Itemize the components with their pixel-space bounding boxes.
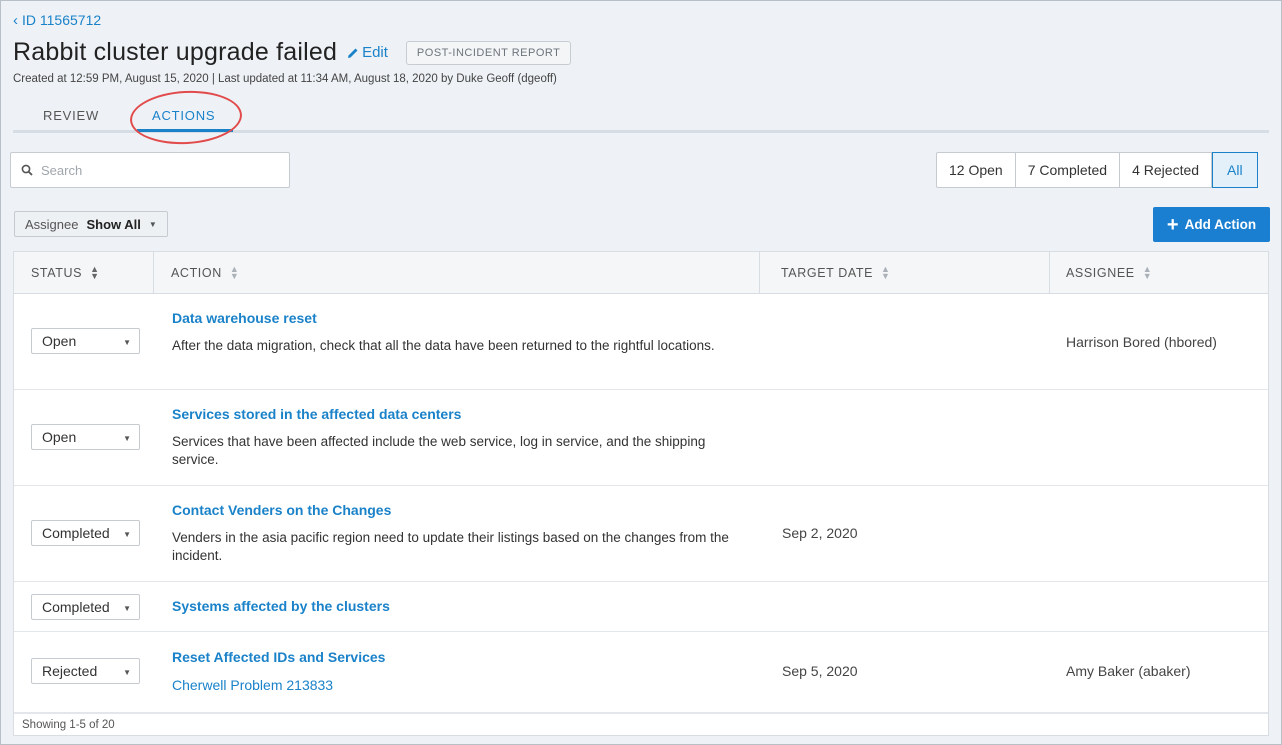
filter-rejected[interactable]: 4 Rejected	[1120, 153, 1213, 187]
sort-icon: ▲ ▼	[229, 263, 240, 281]
action-title-link[interactable]: Reset Affected IDs and Services	[172, 649, 385, 665]
report-type-badge: POST-INCIDENT REPORT	[405, 40, 572, 65]
assignee-filter-label: Assignee	[25, 216, 79, 232]
status-value: Open	[42, 333, 77, 349]
table-row: Open ▼ Services stored in the affected d…	[14, 390, 1268, 486]
action-title-link[interactable]: Systems affected by the clusters	[172, 598, 390, 614]
caret-down-icon: ▼	[123, 434, 131, 443]
incident-meta: Created at 12:59 PM, August 15, 2020 | L…	[13, 73, 557, 85]
caret-down-icon: ▼	[123, 338, 131, 347]
action-title-link[interactable]: Contact Venders on the Changes	[172, 502, 391, 518]
sort-icon: ▲ ▼	[881, 263, 891, 281]
caret-down-icon: ▼	[123, 530, 131, 539]
title-row: Rabbit cluster upgrade failed Edit POST-…	[13, 38, 572, 67]
sort-icon: ▲ ▼	[1142, 263, 1153, 281]
column-header-label: STATUS	[31, 266, 83, 280]
related-problem-link[interactable]: Cherwell Problem 213833	[172, 677, 333, 693]
status-value: Rejected	[42, 663, 98, 679]
status-filter-group: 12 Open 7 Completed 4 Rejected All	[936, 152, 1258, 188]
status-dropdown[interactable]: Rejected ▼	[31, 658, 140, 684]
plus-icon: +	[1166, 213, 1179, 236]
filter-all[interactable]: All	[1212, 152, 1258, 188]
target-date: Sep 5, 2020	[782, 663, 858, 679]
target-date: Sep 2, 2020	[782, 525, 858, 541]
table-row: Completed ▼ Systems affected by the clus…	[14, 582, 1268, 632]
filter-open[interactable]: 12 Open	[937, 153, 1016, 187]
incident-id: ID 11565712	[22, 12, 102, 28]
pencil-icon	[348, 48, 358, 58]
table-row: Rejected ▼ Reset Affected IDs and Servic…	[14, 632, 1268, 713]
assignee-name: Amy Baker (abaker)	[1066, 663, 1191, 679]
status-dropdown[interactable]: Open ▼	[31, 424, 140, 450]
column-header-label: TARGET DATE	[781, 266, 874, 280]
pagination-summary: Showing 1-5 of 20	[14, 713, 1268, 735]
action-title-link[interactable]: Data warehouse reset	[172, 310, 317, 326]
action-description: After the data migration, check that all…	[172, 338, 715, 353]
column-header-assignee[interactable]: ASSIGNEE ▲ ▼	[1050, 252, 1268, 294]
table-row: Completed ▼ Contact Venders on the Chang…	[14, 486, 1268, 582]
search-icon	[21, 164, 33, 176]
status-value: Completed	[42, 599, 110, 615]
column-header-status[interactable]: STATUS ▲ ▼	[14, 252, 154, 294]
status-value: Open	[42, 429, 77, 445]
add-action-button[interactable]: + Add Action	[1153, 207, 1270, 242]
action-description: Venders in the asia pacific region need …	[172, 530, 729, 563]
column-header-action[interactable]: ACTION ▲ ▼	[154, 252, 760, 294]
column-header-label: ASSIGNEE	[1066, 266, 1135, 280]
edit-button[interactable]: Edit	[347, 44, 388, 61]
search-box[interactable]	[10, 152, 290, 188]
table-row: Open ▼ Data warehouse reset After the da…	[14, 294, 1268, 390]
page-title: Rabbit cluster upgrade failed	[13, 38, 338, 66]
filter-completed[interactable]: 7 Completed	[1016, 153, 1121, 187]
back-link[interactable]: ‹ ID 11565712	[13, 12, 101, 28]
column-header-target-date[interactable]: TARGET DATE ▲ ▼	[760, 252, 1050, 294]
assignee-name: Harrison Bored (hbored)	[1066, 334, 1217, 350]
caret-down-icon: ▼	[148, 219, 157, 229]
action-description: Services that have been affected include…	[172, 434, 706, 467]
table-header: STATUS ▲ ▼ ACTION ▲ ▼ TARGET DATE ▲ ▼ ASSIG…	[14, 252, 1268, 294]
add-action-label: Add Action	[1184, 217, 1257, 232]
action-title-link[interactable]: Services stored in the affected data cen…	[172, 406, 461, 422]
search-input[interactable]	[41, 162, 271, 178]
status-dropdown[interactable]: Completed ▼	[31, 520, 140, 546]
chevron-left-icon: ‹	[13, 11, 18, 29]
assignee-filter-dropdown[interactable]: Assignee Show All ▼	[14, 211, 168, 237]
status-dropdown[interactable]: Open ▼	[31, 328, 140, 354]
status-dropdown[interactable]: Completed ▼	[31, 594, 140, 620]
status-value: Completed	[42, 525, 110, 541]
caret-down-icon: ▼	[123, 668, 131, 677]
sort-icon: ▲ ▼	[90, 263, 100, 281]
tab-review[interactable]: REVIEW	[43, 108, 99, 123]
column-header-label: ACTION	[171, 266, 222, 280]
assignee-filter-value: Show All	[86, 216, 141, 232]
edit-label: Edit	[362, 44, 388, 61]
caret-down-icon: ▼	[123, 604, 131, 613]
actions-table: STATUS ▲ ▼ ACTION ▲ ▼ TARGET DATE ▲ ▼ ASSIG…	[13, 251, 1269, 736]
